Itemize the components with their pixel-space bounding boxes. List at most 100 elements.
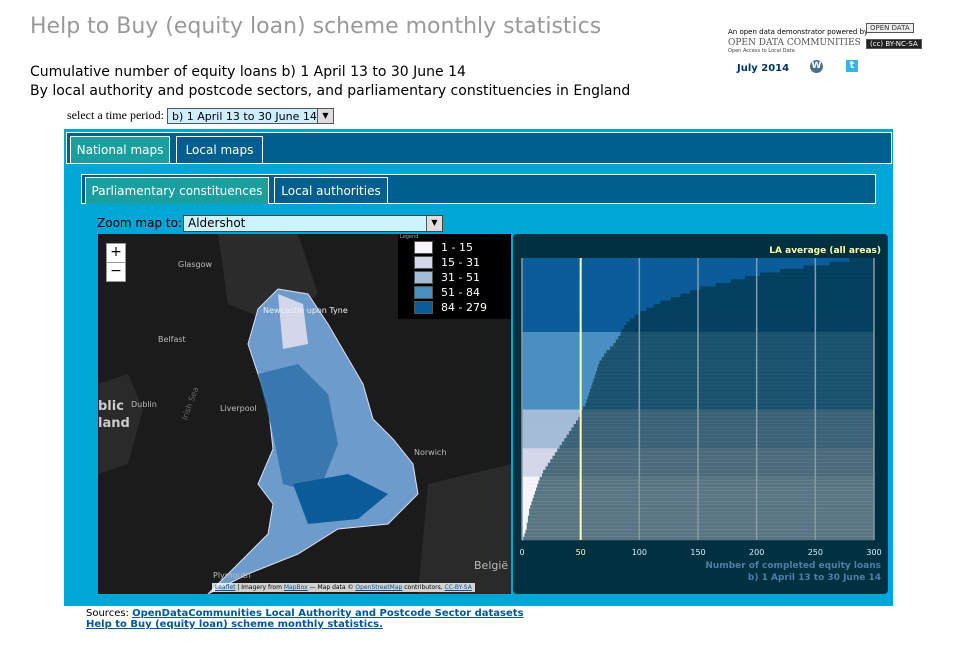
x-tick-label: 300	[866, 548, 881, 557]
tab-national-maps[interactable]: National maps	[70, 136, 170, 163]
bar	[522, 395, 588, 400]
attribution-text: — Map data ©	[307, 584, 356, 591]
bar	[522, 476, 540, 481]
bar	[522, 342, 614, 347]
time-period-value: b) 1 April 13 to 30 June 14	[172, 109, 317, 123]
bar	[522, 504, 531, 509]
x-tick-label: 100	[632, 548, 647, 557]
brand-block[interactable]: An open data demonstrator powered by OPE…	[728, 28, 868, 54]
osm-link[interactable]: OpenStreetMap	[355, 584, 402, 591]
source-link-help-to-buy[interactable]: Help to Buy (equity loan) scheme monthly…	[86, 619, 383, 630]
place-label: Liverpool	[220, 404, 257, 413]
bar	[522, 356, 602, 361]
bar	[522, 413, 580, 417]
legend-label: 1 - 15	[441, 241, 473, 254]
bar	[522, 465, 546, 470]
bar	[522, 399, 587, 403]
time-period-label: select a time period:	[67, 108, 164, 122]
place-label: Dublin	[131, 400, 157, 409]
bar	[522, 289, 690, 294]
place-label: land	[98, 416, 130, 431]
zoom-map-select[interactable]: Aldershot ▼	[183, 215, 443, 232]
brand-tagline: Open Access to Local Data	[728, 48, 795, 54]
bar	[522, 360, 600, 365]
brand-logo: OPEN DATA COMMUNITIES	[728, 38, 861, 48]
bar	[522, 339, 616, 343]
x-axis-label-2: b) 1 April 13 to 30 June 14	[748, 573, 881, 583]
bar	[522, 508, 530, 513]
cc-license-badge[interactable]: (cc) BY-NC-SA	[866, 39, 922, 49]
chevron-down-icon: ▼	[426, 216, 442, 231]
legend-label: 51 - 84	[441, 286, 480, 299]
twitter-icon[interactable]: t	[846, 60, 858, 72]
tab-local-authorities[interactable]: Local authorities	[274, 177, 388, 204]
open-data-badge[interactable]: OPEN DATA	[866, 23, 914, 33]
bar	[522, 515, 528, 520]
mapbox-link[interactable]: MapBox	[284, 584, 308, 591]
legend-swatch	[414, 241, 433, 254]
bar	[522, 332, 621, 336]
attribution-text: | Imagery from	[235, 584, 284, 591]
legend-item: 15 - 31	[414, 255, 511, 270]
bar	[522, 268, 781, 273]
bar	[522, 307, 647, 312]
powered-by: An open data demonstrator powered by	[728, 28, 869, 36]
bar	[522, 518, 528, 523]
bar	[522, 272, 761, 276]
legend-swatch	[414, 286, 433, 299]
bar	[522, 349, 607, 354]
bar	[522, 497, 533, 502]
bar	[522, 381, 593, 386]
time-period-select[interactable]: b) 1 April 13 to 30 June 14 ▼	[167, 108, 334, 124]
bar	[522, 455, 553, 460]
zoom-out-button[interactable]: −	[106, 262, 126, 282]
sources-label: Sources:	[86, 608, 133, 619]
bar	[522, 473, 542, 477]
tab-local-maps[interactable]: Local maps	[176, 136, 263, 163]
bar	[522, 441, 562, 446]
source-link-odc[interactable]: OpenDataCommunities Local Authority and …	[132, 608, 523, 619]
place-label: blic	[98, 399, 124, 414]
bar	[522, 335, 619, 340]
place-label: Norwich	[414, 448, 447, 457]
map[interactable]: Glasgow Belfast Dublin Liverpool Irish S…	[98, 234, 511, 594]
bar	[522, 511, 530, 516]
bar	[522, 501, 532, 506]
cc-link[interactable]: CC-BY-SA	[445, 584, 472, 591]
x-tick-label: 200	[749, 548, 764, 557]
bar	[522, 314, 635, 319]
bar	[522, 462, 548, 467]
zoom-in-button[interactable]: +	[106, 243, 126, 263]
place-label: Plymouth	[213, 571, 251, 580]
bar	[522, 494, 534, 498]
x-tick-label: 50	[576, 548, 586, 557]
bar	[522, 409, 581, 414]
place-label: Glasgow	[178, 260, 213, 269]
place-label: Belfast	[158, 335, 186, 344]
bar	[522, 434, 567, 439]
map-legend: Legend 1 - 15 15 - 31 31 - 51 51 - 84 84 - 2…	[398, 234, 511, 319]
bar	[522, 303, 654, 308]
bar	[522, 321, 627, 326]
chart-svg: 0 50 100 150 200 250 300 LA average (all areas)…	[519, 246, 881, 583]
bar	[522, 487, 537, 491]
legend-label: 84 - 279	[441, 301, 487, 314]
tab-parliamentary-constituencies[interactable]: Parliamentary constituences	[85, 177, 269, 204]
x-tick-label: 150	[690, 548, 705, 557]
wordpress-icon[interactable]: W	[810, 60, 823, 73]
bar	[522, 324, 625, 329]
bar	[522, 402, 586, 407]
bar	[522, 286, 701, 291]
bar	[522, 427, 572, 432]
bar	[522, 328, 622, 333]
map-attribution: Leaflet | Imagery from MapBox — Map data…	[212, 583, 475, 592]
bar	[522, 282, 716, 287]
leaflet-link[interactable]: Leaflet	[215, 584, 235, 591]
bar	[522, 451, 555, 456]
legend-item: 84 - 279	[414, 300, 511, 315]
subtitle-2: By local authority and postcode sectors,…	[30, 83, 631, 99]
bar	[522, 370, 596, 375]
legend-label: 15 - 31	[441, 256, 480, 269]
bar	[522, 374, 595, 379]
bar	[522, 363, 599, 368]
